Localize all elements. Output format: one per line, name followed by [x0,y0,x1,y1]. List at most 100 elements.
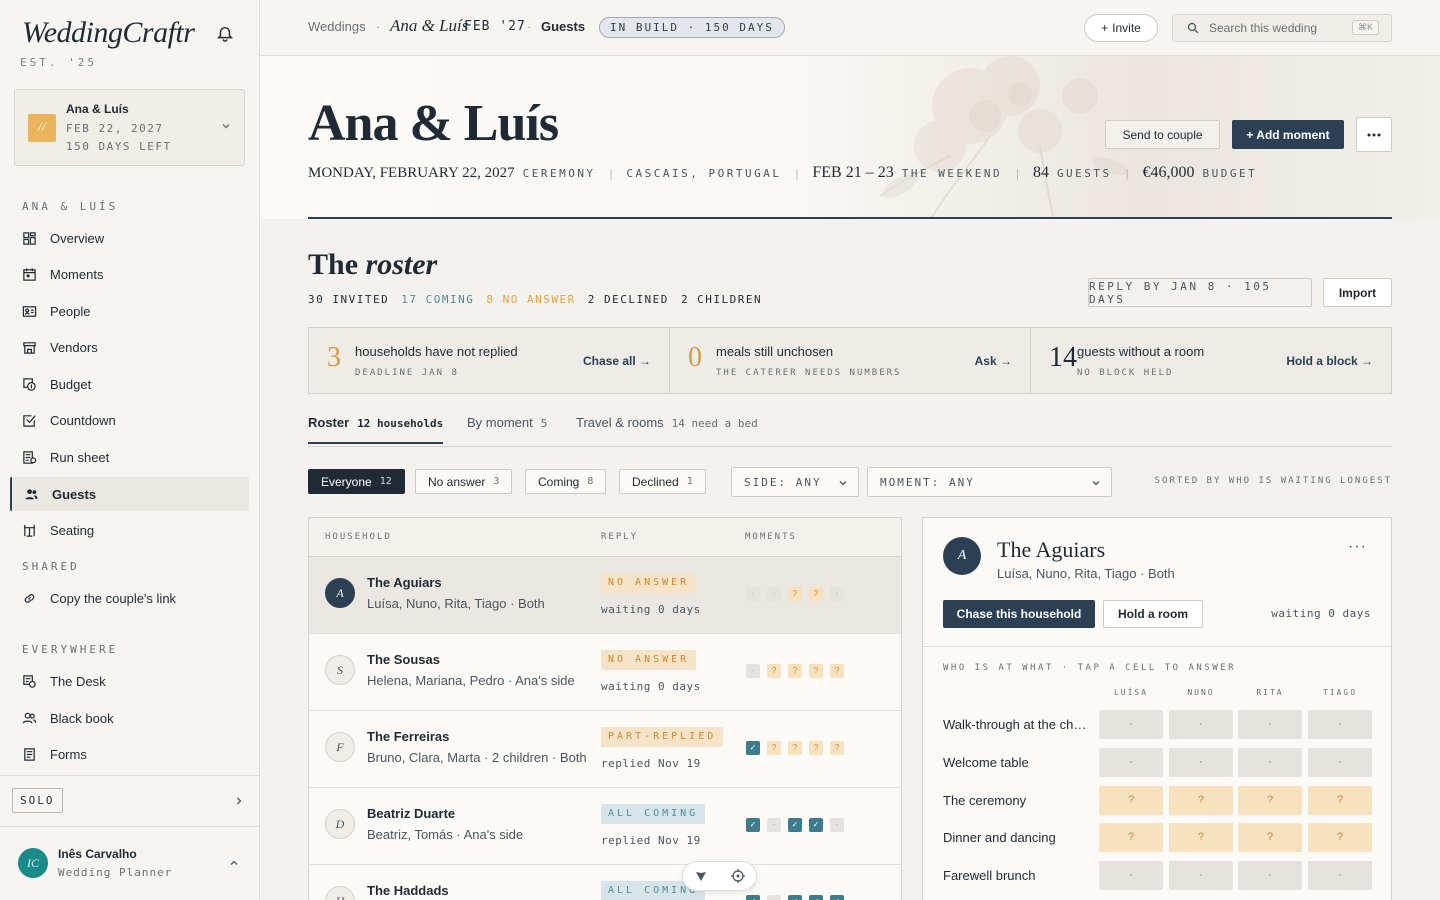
sidebar-item-guests[interactable]: Guests [10,477,249,511]
sidebar-item-black-book[interactable]: Black book [10,701,249,735]
tab-count: 12 households [357,417,444,430]
tab-by-moment[interactable]: By moment 5 [467,415,547,442]
attendance-cell[interactable]: ? [1099,823,1163,852]
attendance-cell[interactable]: · [1169,710,1233,739]
breadcrumb-weddings[interactable]: Weddings [308,19,366,34]
attendance-cell[interactable]: · [1169,748,1233,777]
attendance-cell[interactable]: ? [1308,823,1372,852]
chevron-up-icon[interactable] [229,858,239,868]
attendance-cell[interactable]: · [1308,710,1372,739]
attendance-cell[interactable]: · [1238,748,1302,777]
select-value: MOMENT: ANY [880,475,975,489]
household-members: Luísa, Nuno, Rita, Tiago · Both [367,596,545,611]
add-moment-button[interactable]: + Add moment [1232,120,1344,149]
attendance-cell[interactable]: · [1169,861,1233,890]
attendance-cell[interactable]: ? [1308,786,1372,815]
sidebar-item-budget[interactable]: Budget [10,367,249,401]
attendance-cell[interactable]: · [1099,748,1163,777]
keyboard-shortcut: ⌘K [1351,20,1379,35]
sidebar-item-the-desk[interactable]: The Desk [10,664,249,698]
table-row[interactable]: HThe HaddadsALL COMING✓·✓✓✓ [309,865,901,900]
sidebar-item-overview[interactable]: Overview [10,221,249,255]
tab-label: Travel & rooms [576,415,664,430]
hero-divider [308,217,1392,219]
sidebar-item-vendors[interactable]: Vendors [10,330,249,364]
tab-travel-rooms[interactable]: Travel & rooms 14 need a bed [576,415,758,442]
filter-label: Everyone [321,474,372,489]
attendance-cell[interactable]: · [1099,861,1163,890]
attendance-cell[interactable]: ? [1169,823,1233,852]
column-header-household[interactable]: HOUSEHOLD [325,532,392,542]
attendance-cell[interactable]: · [1308,861,1372,890]
avatar: A [943,537,981,575]
attendance-cell[interactable]: · [1238,710,1302,739]
question-mark-icon: ? [767,664,781,678]
filter-coming[interactable]: Coming 8 [525,469,607,494]
matrix-row-label: Welcome table [943,755,1029,770]
tab-roster[interactable]: Roster 12 households [308,415,444,444]
sidebar-item-seating[interactable]: Seating [10,513,249,547]
sidebar-item-label: Black book [50,710,114,726]
ask-link[interactable]: Ask → [975,354,1012,368]
wedding-selector[interactable]: // Ana & Luís FEB 22, 2027 150 DAYS LEFT [14,89,245,166]
avatar: H [325,886,355,900]
chase-all-link[interactable]: Chase all → [583,354,651,368]
storefront-icon [23,341,36,354]
breadcrumb-wedding[interactable]: Ana & Luís [390,16,468,36]
count-no-answer: 8 NO ANSWER [486,293,576,306]
attendance-cell[interactable]: ? [1099,786,1163,815]
moment-select[interactable]: MOMENT: ANY [867,467,1112,497]
filter-everyone[interactable]: Everyone 12 [308,469,405,494]
shield-icon[interactable] [694,869,708,883]
filter-declined[interactable]: Declined 1 [619,469,706,494]
hold-block-link[interactable]: Hold a block → [1286,354,1373,368]
target-icon[interactable] [730,869,745,883]
filter-no-answer[interactable]: No answer 3 [415,469,513,494]
import-button[interactable]: Import [1323,278,1392,307]
bell-icon[interactable] [216,25,234,43]
side-select[interactable]: SIDE: ANY [731,467,859,497]
guests-tag: GUESTS [1056,167,1112,180]
ceremony-tag: CEREMONY [522,167,596,180]
attendance-cell[interactable]: · [1099,710,1163,739]
invite-button[interactable]: + Invite [1084,14,1158,42]
breadcrumb-wedding-date[interactable]: FEB '27 [464,19,526,34]
weekend-tag: THE WEEKEND [901,167,1003,180]
table-row[interactable]: D Beatriz Duarte Beatriz, Tomás · Ana's si… [309,788,901,865]
check-icon: ✓ [746,818,760,832]
alert-subtitle: THE CATERER NEEDS NUMBERS [716,368,902,378]
more-horizontal-icon [1367,133,1381,136]
plan-badge[interactable]: SOLO [12,788,63,813]
more-options-icon[interactable]: ··· [1348,538,1367,556]
more-options-button[interactable] [1356,117,1392,152]
brand-logo[interactable]: WeddingCraftr [22,16,195,50]
attendance-cell[interactable]: ? [1169,786,1233,815]
sidebar-item-people[interactable]: People [10,294,249,328]
attendance-cell[interactable]: ? [1238,823,1302,852]
attendance-cell[interactable]: ? [1238,786,1302,815]
copy-couple-link-button[interactable]: Copy the couple's link [10,581,249,615]
alert-number: 3 [327,342,341,373]
table-row[interactable]: S The Sousas Helena, Mariana, Pedro · Ana'… [309,634,901,711]
search-input[interactable]: Search this wedding ⌘K [1172,14,1392,42]
column-header-moments[interactable]: MOMENTS [745,532,797,542]
table-row[interactable]: A The Aguiars Luísa, Nuno, Rita, Tiago · B… [309,557,901,634]
reply-status: waiting 0 days [601,603,701,616]
count-children: 2 CHILDREN [680,293,763,306]
chase-household-button[interactable]: Chase this household [943,600,1095,628]
column-header-reply[interactable]: REPLY [601,532,638,542]
chevron-right-icon[interactable] [234,796,244,806]
send-to-couple-button[interactable]: Send to couple [1105,120,1220,149]
avatar[interactable]: IC [18,848,48,878]
sidebar-item-forms[interactable]: Forms [10,737,249,771]
attendance-cell[interactable]: · [1308,748,1372,777]
sidebar-item-run-sheet[interactable]: Run sheet [10,440,249,474]
attendance-cell[interactable]: · [1238,861,1302,890]
sidebar-item-moments[interactable]: Moments [10,257,249,291]
table-row[interactable]: F The Ferreiras Bruno, Clara, Marta · 2 ch… [309,711,901,788]
wedding-hero: Ana & Luís MONDAY, FEBRUARY 22, 2027 CER… [260,56,1440,219]
filter-label: Declined [632,474,679,489]
tab-count: 14 need a bed [671,417,758,430]
sidebar-item-countdown[interactable]: Countdown [10,403,249,437]
hold-room-button[interactable]: Hold a room [1103,600,1203,628]
